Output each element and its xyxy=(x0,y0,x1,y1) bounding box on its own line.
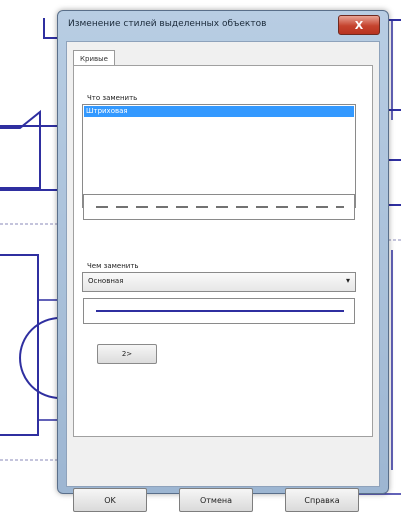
tab-label: Кривые xyxy=(80,54,108,63)
replace-with-line-preview xyxy=(83,298,355,324)
chevron-down-icon: ▾ xyxy=(345,276,350,285)
replace-with-label: Чем заменить xyxy=(87,262,139,270)
solid-line-preview xyxy=(96,310,344,312)
replace-what-listbox[interactable]: Штриховая xyxy=(82,104,356,208)
replace-with-select[interactable]: Основная ▾ xyxy=(82,272,356,292)
cancel-button[interactable]: Отмена xyxy=(179,488,253,512)
tab-curves[interactable]: Кривые xyxy=(73,50,115,66)
dialog-window: Изменение стилей выделенных объектов X К… xyxy=(57,10,389,512)
help-button[interactable]: Справка xyxy=(285,488,359,512)
close-icon: X xyxy=(354,18,364,32)
list-item[interactable]: Штриховая xyxy=(84,106,354,117)
replace-what-line-preview xyxy=(83,194,355,220)
dialog-client-area: Кривые Что заменить Штриховая Чем замени… xyxy=(66,41,380,512)
ok-button[interactable]: OK xyxy=(73,488,147,512)
dashed-line-preview xyxy=(96,206,344,208)
dialog-title: Изменение стилей выделенных объектов xyxy=(68,19,267,29)
replace-what-label: Что заменить xyxy=(87,94,138,102)
apply-arrow-button[interactable]: 2> xyxy=(97,344,157,364)
select-value: Основная xyxy=(88,277,124,285)
close-button[interactable]: X xyxy=(338,15,380,35)
